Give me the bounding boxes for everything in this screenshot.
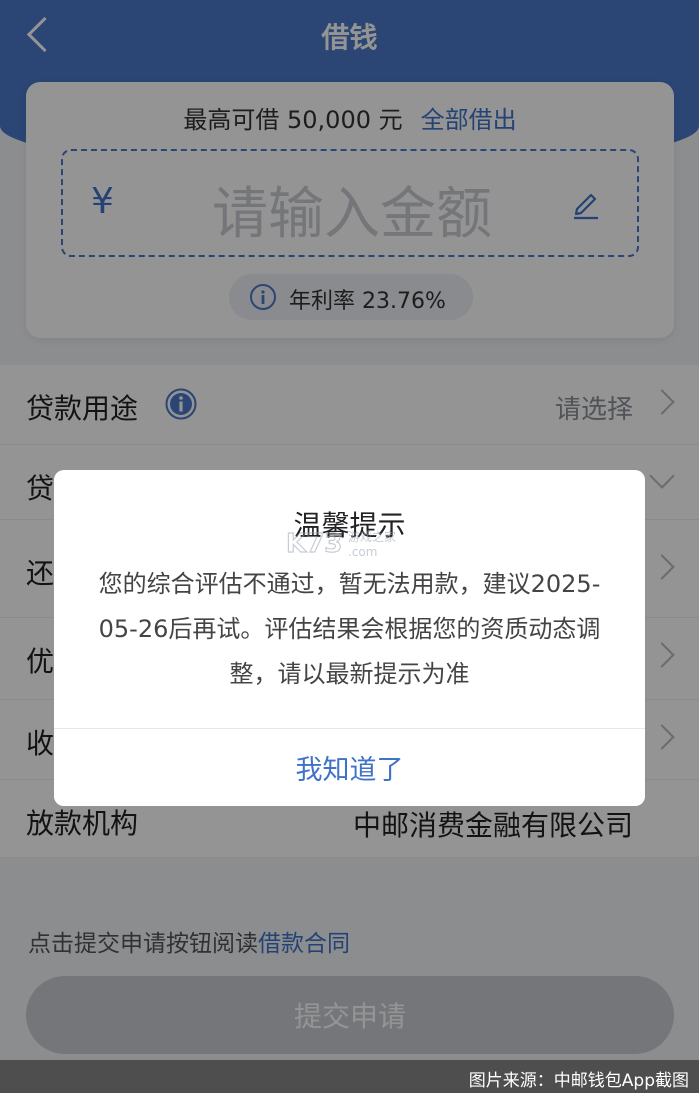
site-watermark-logo: K73 游戏之家 .com <box>286 528 396 559</box>
acknowledge-button[interactable]: 我知道了 <box>54 729 645 806</box>
source-caption: 图片来源：中邮钱包App截图 <box>468 1071 689 1091</box>
svg-text:.com: .com <box>348 545 377 559</box>
svg-text:K73: K73 <box>286 529 342 559</box>
notice-dialog: 温馨提示 K73 游戏之家 .com 您的综合评估不通过，暂无法用款，建议202… <box>54 470 645 806</box>
dialog-message: 您的综合评估不通过，暂无法用款，建议2025-05-26后再试。评估结果会根据您… <box>98 570 601 688</box>
source-caption-bar: 图片来源：中邮钱包App截图 <box>0 1060 699 1093</box>
svg-text:游戏之家: 游戏之家 <box>348 529 396 544</box>
